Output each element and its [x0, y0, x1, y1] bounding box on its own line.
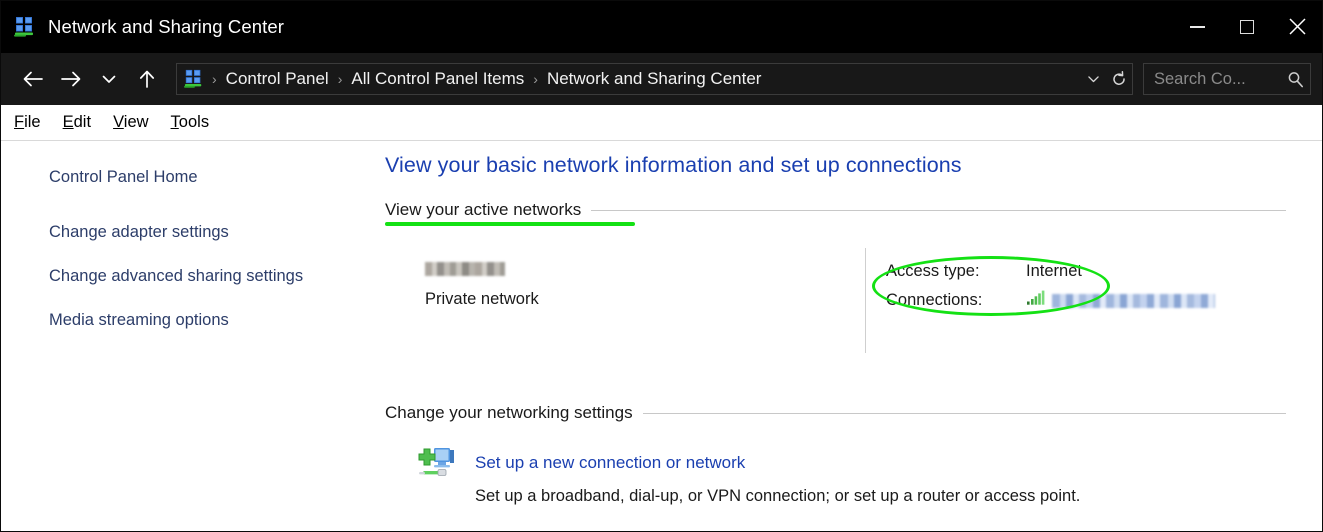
detail-connections: Connections: — [886, 290, 1322, 311]
search-icon[interactable] — [1280, 71, 1310, 88]
content-area: Control Panel Home Change adapter settin… — [1, 141, 1322, 531]
menu-label-rest: ile — [24, 113, 41, 131]
close-button[interactable] — [1272, 1, 1322, 52]
menu-accesskey: V — [113, 113, 124, 131]
back-arrow-icon[interactable] — [14, 60, 52, 98]
section-label: View your active networks — [385, 200, 582, 219]
sidebar-item-change-adapter-settings[interactable]: Change adapter settings — [1, 222, 367, 244]
detail-key: Connections: — [886, 291, 983, 309]
section-label: Change your networking settings — [385, 403, 633, 422]
breadcrumb-item-all-control-panel-items[interactable]: All Control Panel Items — [347, 69, 528, 89]
wifi-signal-icon — [1026, 290, 1046, 311]
breadcrumb[interactable]: › Control Panel › All Control Panel Item… — [176, 63, 1133, 95]
menu-item-edit[interactable]: Edit — [54, 113, 100, 132]
page-title: View your basic network information and … — [385, 153, 962, 177]
forward-arrow-icon[interactable] — [52, 60, 90, 98]
main-panel: View your basic network information and … — [381, 141, 1322, 531]
sidebar-item-change-advanced-sharing-settings[interactable]: Change advanced sharing settings — [1, 266, 367, 288]
refresh-icon[interactable] — [1106, 71, 1132, 87]
breadcrumb-item-control-panel[interactable]: Control Panel — [222, 69, 333, 89]
new-connection-icon — [417, 445, 459, 481]
search-input[interactable]: Search Co... — [1143, 63, 1311, 95]
menu-item-tools[interactable]: Tools — [162, 113, 219, 132]
detail-key: Access type: — [886, 262, 980, 280]
setup-new-connection-row[interactable]: Set up a new connection or network — [417, 445, 1322, 481]
sidebar-item-media-streaming-options[interactable]: Media streaming options — [1, 310, 367, 332]
window-title: Network and Sharing Center — [48, 15, 285, 37]
menu-label-rest: dit — [73, 113, 92, 131]
active-network-row: Private network Access type: Internet Co… — [385, 248, 1322, 353]
setup-new-connection-link[interactable]: Set up a new connection or network — [475, 453, 745, 473]
menu-item-view[interactable]: View — [104, 113, 157, 132]
connection-name-redacted[interactable] — [1052, 293, 1215, 308]
setup-new-connection-description: Set up a broadband, dial-up, or VPN conn… — [475, 487, 1081, 505]
menu-bar: File Edit View Tools — [1, 105, 1322, 141]
search-placeholder: Search Co... — [1154, 69, 1246, 88]
detail-access-type: Access type: Internet — [886, 262, 1322, 281]
breadcrumb-item-network-and-sharing-center[interactable]: Network and Sharing Center — [543, 69, 766, 89]
menu-label-rest: iew — [123, 113, 149, 131]
sidebar-item-control-panel-home[interactable]: Control Panel Home — [1, 167, 367, 189]
breadcrumb-network-computers-icon — [183, 69, 205, 89]
network-type-label: Private network — [425, 290, 539, 308]
network-name-redacted — [425, 262, 505, 276]
detail-value: Internet — [1026, 262, 1082, 280]
minimize-button[interactable] — [1172, 1, 1222, 52]
recent-locations-chevron-down-icon[interactable] — [90, 60, 128, 98]
breadcrumb-separator: › — [212, 71, 217, 87]
section-rule — [642, 412, 1286, 414]
network-identity: Private network — [385, 262, 865, 353]
network-computers-icon — [13, 16, 37, 38]
menu-accesskey: F — [14, 113, 25, 131]
breadcrumb-separator: › — [337, 71, 343, 87]
section-header-active-networks: View your active networks — [385, 200, 1286, 226]
menu-accesskey: E — [62, 113, 74, 131]
maximize-button[interactable] — [1222, 1, 1272, 52]
up-arrow-icon[interactable] — [128, 60, 166, 98]
caption-button-group — [1172, 1, 1322, 52]
title-bar: Network and Sharing Center — [1, 1, 1322, 52]
breadcrumb-separator: › — [533, 71, 538, 87]
section-header-networking-settings: Change your networking settings — [385, 403, 1286, 423]
network-sharing-center-window: Network and Sharing Center › Control Pan… — [0, 0, 1323, 532]
menu-item-file[interactable]: File — [5, 113, 50, 132]
menu-label-rest: ools — [178, 113, 210, 131]
address-bar: › Control Panel › All Control Panel Item… — [1, 52, 1322, 105]
sidebar: Control Panel Home Change adapter settin… — [1, 141, 381, 531]
section-rule — [591, 209, 1286, 211]
menu-accesskey: T — [170, 113, 179, 131]
address-chevron-down-icon[interactable] — [1080, 74, 1106, 84]
network-details: Access type: Internet Connections: — [866, 256, 1322, 353]
green-underline-annotation — [385, 222, 635, 226]
